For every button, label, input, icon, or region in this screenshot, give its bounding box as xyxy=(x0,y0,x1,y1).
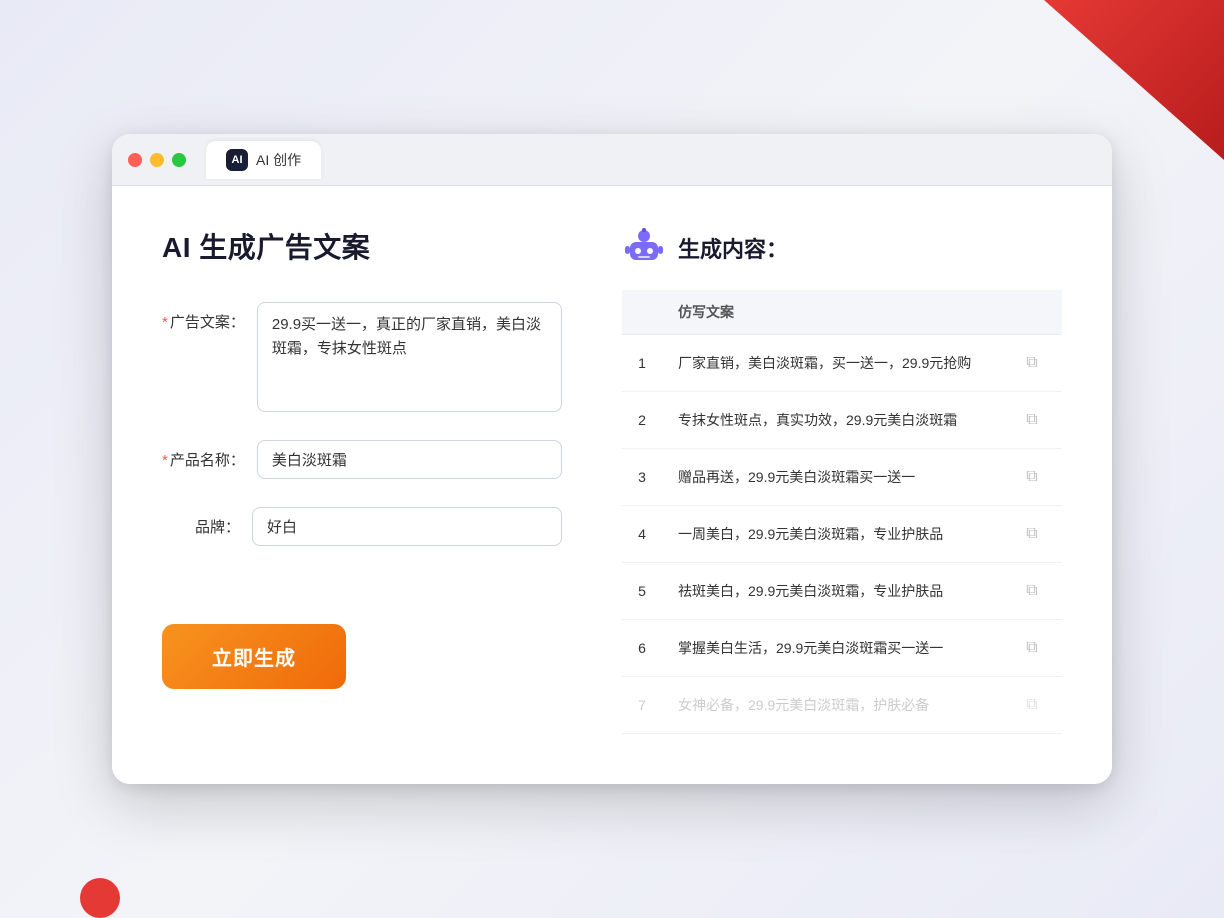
right-panel: 生成内容： 仿写文案 1厂家直销，美白淡斑霜，买一送一，29.9元抢购⧉2专抹女… xyxy=(622,226,1062,734)
ai-tab[interactable]: AI AI 创作 xyxy=(206,141,321,179)
copy-icon[interactable]: ⧉ xyxy=(1018,349,1046,377)
row-text: 赠品再送，29.9元美白淡斑霜买一送一 xyxy=(662,449,1002,506)
copy-icon[interactable]: ⧉ xyxy=(1018,463,1046,491)
close-button[interactable] xyxy=(128,153,142,167)
row-text: 掌握美白生活，29.9元美白淡斑霜买一送一 xyxy=(662,620,1002,677)
row-num: 4 xyxy=(622,506,662,563)
result-header: 生成内容： xyxy=(622,226,1062,270)
row-text: 女神必备，29.9元美白淡斑霜，护肤必备 xyxy=(662,677,1002,734)
copy-icon[interactable]: ⧉ xyxy=(1018,691,1046,719)
browser-window: AI AI 创作 AI 生成广告文案 *广告文案： 29.9买一送一，真正的厂家… xyxy=(112,134,1112,784)
maximize-button[interactable] xyxy=(172,153,186,167)
row-num: 7 xyxy=(622,677,662,734)
copy-cell: ⧉ xyxy=(1002,563,1062,620)
copy-icon[interactable]: ⧉ xyxy=(1018,577,1046,605)
minimize-button[interactable] xyxy=(150,153,164,167)
main-content: AI 生成广告文案 *广告文案： 29.9买一送一，真正的厂家直销，美白淡斑霜，… xyxy=(112,186,1112,784)
copy-cell: ⧉ xyxy=(1002,506,1062,563)
copy-icon[interactable]: ⧉ xyxy=(1018,634,1046,662)
col-num-header xyxy=(622,290,662,335)
table-row: 5祛斑美白，29.9元美白淡斑霜，专业护肤品 ⧉ xyxy=(622,563,1062,620)
copy-icon[interactable]: ⧉ xyxy=(1018,406,1046,434)
row-num: 5 xyxy=(622,563,662,620)
page-title: AI 生成广告文案 xyxy=(162,226,562,266)
copy-cell: ⧉ xyxy=(1002,335,1062,392)
table-row: 1厂家直销，美白淡斑霜，买一送一，29.9元抢购 ⧉ xyxy=(622,335,1062,392)
brand-row: 品牌： xyxy=(162,507,562,546)
row-num: 6 xyxy=(622,620,662,677)
row-text: 祛斑美白，29.9元美白淡斑霜，专业护肤品 xyxy=(662,563,1002,620)
result-title: 生成内容： xyxy=(678,232,788,264)
result-table: 仿写文案 1厂家直销，美白淡斑霜，买一送一，29.9元抢购⧉2专抹女性斑点，真实… xyxy=(622,290,1062,734)
col-action-header xyxy=(1002,290,1062,335)
copy-cell: ⧉ xyxy=(1002,392,1062,449)
generate-button[interactable]: 立即生成 xyxy=(162,624,346,689)
row-num: 3 xyxy=(622,449,662,506)
row-num: 2 xyxy=(622,392,662,449)
table-row: 6掌握美白生活，29.9元美白淡斑霜买一送一 ⧉ xyxy=(622,620,1062,677)
robot-icon xyxy=(622,226,666,270)
product-label: *产品名称： xyxy=(162,440,257,471)
row-text: 一周美白，29.9元美白淡斑霜，专业护肤品 xyxy=(662,506,1002,563)
copy-cell: ⧉ xyxy=(1002,620,1062,677)
row-num: 1 xyxy=(622,335,662,392)
row-text: 专抹女性斑点，真实功效，29.9元美白淡斑霜 xyxy=(662,392,1002,449)
tab-label: AI 创作 xyxy=(256,150,301,170)
table-row: 2专抹女性斑点，真实功效，29.9元美白淡斑霜 ⧉ xyxy=(622,392,1062,449)
ad-copy-required-star: * xyxy=(162,314,168,331)
brand-label: 品牌： xyxy=(162,507,252,538)
tab-icon: AI xyxy=(226,149,248,171)
table-row: 4一周美白，29.9元美白淡斑霜，专业护肤品 ⧉ xyxy=(622,506,1062,563)
product-input[interactable] xyxy=(257,440,562,479)
copy-cell: ⧉ xyxy=(1002,677,1062,734)
table-row: 7女神必备，29.9元美白淡斑霜，护肤必备 ⧉ xyxy=(622,677,1062,734)
traffic-lights xyxy=(128,153,186,167)
ad-copy-textarea[interactable]: 29.9买一送一，真正的厂家直销，美白淡斑霜，专抹女性斑点 xyxy=(257,302,562,412)
row-text: 厂家直销，美白淡斑霜，买一送一，29.9元抢购 xyxy=(662,335,1002,392)
left-panel: AI 生成广告文案 *广告文案： 29.9买一送一，真正的厂家直销，美白淡斑霜，… xyxy=(162,226,562,734)
brand-input[interactable] xyxy=(252,507,562,546)
copy-icon[interactable]: ⧉ xyxy=(1018,520,1046,548)
title-bar: AI AI 创作 xyxy=(112,134,1112,186)
product-required-star: * xyxy=(162,452,168,469)
product-name-row: *产品名称： xyxy=(162,440,562,479)
copy-cell: ⧉ xyxy=(1002,449,1062,506)
ad-copy-row: *广告文案： 29.9买一送一，真正的厂家直销，美白淡斑霜，专抹女性斑点 xyxy=(162,302,562,412)
col-text-header: 仿写文案 xyxy=(662,290,1002,335)
table-row: 3赠品再送，29.9元美白淡斑霜买一送一 ⧉ xyxy=(622,449,1062,506)
corner-decoration-bottom xyxy=(80,878,120,918)
ad-copy-label: *广告文案： xyxy=(162,302,257,333)
